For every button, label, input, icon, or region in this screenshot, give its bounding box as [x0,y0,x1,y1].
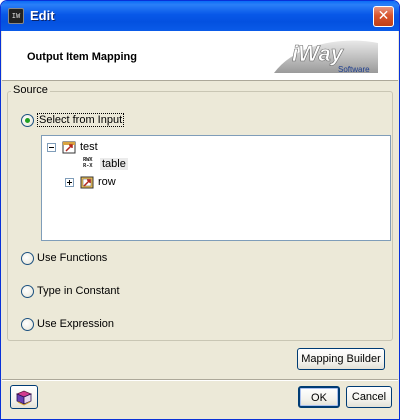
iway-software-logo: iWay Software [274,40,378,74]
header-panel: Output Item Mapping iWay Software [2,31,398,81]
close-button[interactable]: ✕ [373,6,394,27]
ok-button[interactable]: OK [298,386,340,408]
mapping-builder-button[interactable]: Mapping Builder [297,348,385,370]
radio-use-functions[interactable]: Use Functions [21,251,107,265]
radio-label: Use Functions [37,252,108,264]
rwx-bottom: R-X [83,163,93,169]
tree-node-test[interactable]: test [47,139,98,155]
tree-node-label: row [98,176,116,188]
radio-label: Select from Input [37,113,125,127]
tree-node-label: table [100,158,128,170]
table-link-icon [62,141,76,154]
divider [2,380,398,381]
tree-node-label: test [80,141,98,153]
logo-sub-text: Software [338,65,370,74]
page-title: Output Item Mapping [27,51,137,63]
radio-use-expression[interactable]: Use Expression [21,317,114,331]
radio-button[interactable] [21,317,34,331]
radio-label: Type in Constant [37,285,120,297]
logo-main-text: iWay [292,41,345,66]
radio-label: Use Expression [37,318,115,330]
title-bar[interactable]: IW Edit ✕ [1,1,399,31]
expand-icon[interactable] [65,177,74,187]
radio-button[interactable] [21,284,34,298]
radio-type-in-constant[interactable]: Type in Constant [21,284,120,298]
source-legend: Source [11,84,50,96]
radio-button-checked[interactable] [21,113,34,127]
window-title: Edit [30,8,55,23]
rwx-attribute-icon: RWX R-X [83,157,97,171]
app-icon: IW [8,8,24,24]
help-book-button[interactable] [10,385,38,409]
edit-dialog: IW Edit ✕ Output Item Mapping iWay Softw… [0,0,400,420]
help-book-icon [15,390,33,406]
collapse-icon[interactable] [47,142,56,152]
radio-select-from-input[interactable]: Select from Input [21,113,125,127]
input-tree[interactable]: test RWX R-X table row [41,135,391,241]
radio-button[interactable] [21,251,34,265]
cancel-button[interactable]: Cancel [346,386,392,408]
tree-node-row[interactable]: row [65,174,116,190]
tree-node-table[interactable]: RWX R-X table [83,156,128,172]
element-link-icon [80,176,94,189]
